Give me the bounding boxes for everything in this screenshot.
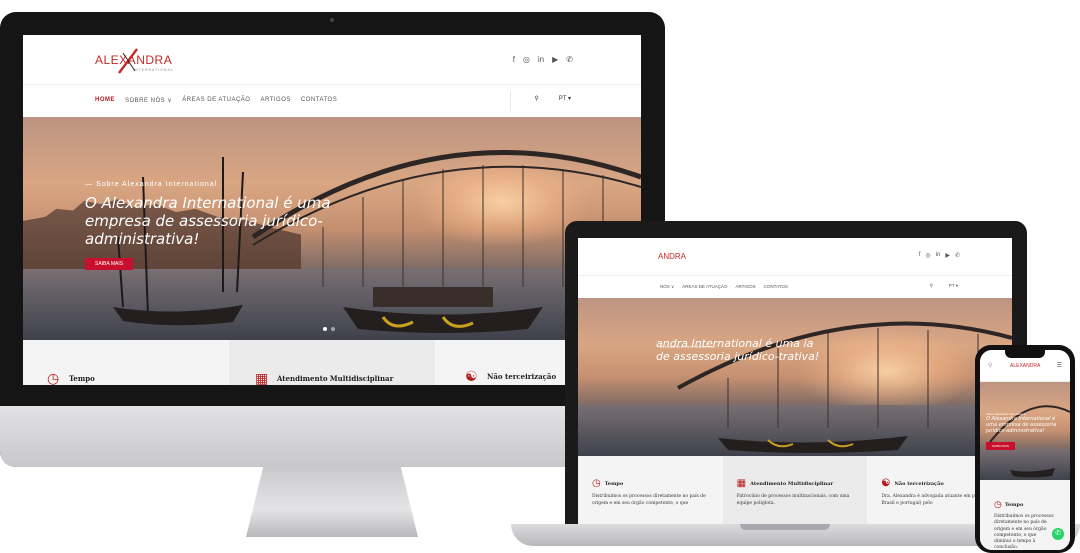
feature-title: Tempo (1004, 502, 1024, 508)
nav-contatos[interactable]: CONTATOS (764, 284, 788, 290)
hero-kicker: — Sobre Alexandra International (85, 181, 218, 188)
instagram-icon[interactable]: ◎ (523, 55, 530, 64)
phone-hero-content: Sobre Alexandra International O Alexandr… (986, 412, 1064, 452)
feature-desc: Patrocínio de processos multinacionais, … (736, 494, 850, 506)
nav-artigos[interactable]: ARTIGOS (260, 97, 290, 104)
macbook-features: ◷ Tempo Distribuímos os processos diretam… (578, 456, 1012, 525)
hero-title: andra International é uma ia de assessor… (656, 337, 820, 364)
features-strip: ◷ Tempo ▦ Atendimento Multidisciplinar ☯… (23, 340, 641, 385)
macbook-hero-slider (578, 298, 1012, 456)
whatsapp-float-button[interactable]: ✆ (1052, 528, 1064, 540)
feature-title: Não terceirização (894, 480, 944, 487)
nav-areas-de-atuacao[interactable]: ÁREAS DE ATUAÇÃO (682, 284, 727, 290)
feature-tempo: ◷ Tempo (23, 340, 229, 385)
hero-cta-button[interactable]: SAIBA MAIS (85, 258, 134, 270)
nav-sobre-nos[interactable]: NÓS ∨ (660, 284, 674, 290)
whatsapp-icon[interactable]: ✆ (955, 252, 960, 259)
main-nav: HOME SOBRE NÓS ∨ ÁREAS DE ATUAÇÃO ARTIGO… (23, 85, 641, 117)
hero-cta-button[interactable]: SAIBA MAIS (986, 442, 1015, 450)
people-icon: ☯ (881, 478, 891, 489)
macbook-logo-fragment[interactable]: ANDRA (658, 252, 686, 261)
nav-sobre-nos[interactable]: SOBRE NÓS ∨ (125, 97, 172, 104)
language-selector[interactable]: PT ▾ (949, 283, 958, 289)
clock-icon: ◷ (592, 478, 601, 489)
feature-desc: Distribuímos os processos diretamente no… (994, 514, 1054, 550)
instagram-icon[interactable]: ◎ (925, 252, 930, 259)
clock-icon: ◷ (47, 370, 60, 385)
phone-screen: ALEXANDRA ⚲ ☰ Sobre Alexandra Internatio… (980, 350, 1070, 550)
logo-text[interactable]: ALEXANDRA (1010, 363, 1040, 369)
nav-contatos[interactable]: CONTATOS (301, 97, 337, 104)
macbook-site-header: ANDRA f ◎ in ▶ ✆ (578, 238, 1012, 276)
people-icon: ☯ (465, 368, 478, 384)
macbook-hero-content: andra International é uma ia de assessor… (656, 337, 826, 363)
feature-atendimento: ▦ Atendimento Multidisciplinar Patrocínio… (722, 456, 868, 525)
youtube-icon[interactable]: ▶ (945, 252, 950, 259)
macbook-screen: ANDRA f ◎ in ▶ ✆ NÓS ∨ ÁREAS DE ATUAÇÃO … (578, 238, 1012, 525)
feature-title: Não terceirização (487, 372, 557, 381)
hero-kicker: Alexandra International (660, 344, 715, 349)
nav-areas-de-atuacao[interactable]: ÁREAS DE ATUAÇÃO (182, 97, 250, 104)
clock-icon: ◷ (994, 500, 1002, 510)
nav-divider (510, 91, 511, 111)
feature-tempo: ◷ Tempo Distribuímos os processos diretam… (578, 456, 723, 525)
feature-title: Atendimento Multidisciplinar (750, 480, 834, 487)
calendar-icon: ▦ (255, 370, 269, 385)
phone-notch (1005, 350, 1045, 358)
macbook-social-links: f ◎ in ▶ ✆ (919, 252, 960, 259)
linkedin-icon[interactable]: in (538, 55, 544, 64)
imac-screen: ALEXANDRA INTERNATIONAL f ◎ in ▶ ✆ HOME … (23, 35, 641, 385)
hero-bridge-image (677, 321, 1012, 453)
hero-content: — Sobre Alexandra International O Alexan… (85, 181, 335, 270)
menu-icon[interactable]: ☰ (1057, 362, 1062, 369)
macbook-notch (740, 524, 830, 530)
facebook-icon[interactable]: f (919, 252, 921, 259)
language-selector[interactable]: PT ▾ (559, 95, 571, 102)
search-icon[interactable]: ⚲ (930, 283, 933, 289)
feature-atendimento: ▦ Atendimento Multidisciplinar (229, 340, 435, 385)
brand-logo[interactable]: ALEXANDRA INTERNATIONAL (95, 48, 185, 74)
imac-camera (330, 18, 334, 22)
facebook-icon[interactable]: f (513, 55, 515, 64)
nav-artigos[interactable]: ARTIGOS (735, 284, 755, 290)
social-links: f ◎ in ▶ ✆ (513, 55, 573, 64)
search-icon[interactable]: ⚲ (988, 362, 992, 369)
site-header: ALEXANDRA INTERNATIONAL f ◎ in ▶ ✆ (23, 35, 641, 85)
slide-dot-2[interactable] (331, 327, 335, 331)
feature-desc: Distribuímos os processos diretamente no… (592, 494, 706, 506)
feature-title: Atendimento Multidisciplinar (277, 374, 394, 383)
youtube-icon[interactable]: ▶ (552, 55, 558, 64)
nav-home[interactable]: HOME (95, 97, 115, 104)
slide-dot-1[interactable] (323, 327, 327, 331)
search-icon[interactable]: ⚲ (534, 95, 538, 102)
macbook-nav: NÓS ∨ ÁREAS DE ATUAÇÃO ARTIGOS CONTATOS … (578, 276, 1012, 298)
logo-subtext: INTERNATIONAL (133, 68, 174, 72)
calendar-icon: ▦ (736, 478, 747, 489)
whatsapp-icon[interactable]: ✆ (566, 55, 573, 64)
feature-title: Tempo (69, 374, 95, 383)
device-mockup-stage: ALEXANDRA INTERNATIONAL f ◎ in ▶ ✆ HOME … (0, 0, 1080, 553)
hero-title: O Alexandra International é uma empresa … (85, 194, 331, 248)
imac-stand (246, 467, 418, 537)
linkedin-icon[interactable]: in (936, 252, 941, 259)
slider-dots (323, 327, 335, 331)
hero-title: O Alexandra International é uma empresa … (986, 416, 1057, 434)
feature-title: Tempo (604, 480, 624, 487)
